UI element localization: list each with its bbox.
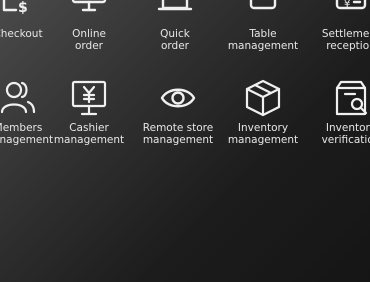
tile-label: Cashier management [53,122,125,146]
quick-order-icon [155,0,195,14]
tile-label: Inventoryverification [321,122,370,146]
eye-icon [158,78,198,118]
tile-label: Settlementreception [321,28,370,52]
settlement-reception-icon: ¥ [331,0,370,14]
svg-text:$: $ [18,0,28,14]
box-icon [243,78,283,118]
tile-label: Quick order [160,28,190,52]
tile-label: Table management [227,28,299,52]
online-order-icon [69,0,109,14]
members-icon [0,78,38,118]
tile-label: Remote store management [142,122,214,146]
tile-label: Online order [72,28,106,52]
inventory-verification-icon [331,78,370,118]
svg-text:¥: ¥ [344,0,350,10]
tile-label: Inventory management [227,122,299,146]
table-management-icon [243,0,283,14]
cashier-icon [69,78,109,118]
checkout-icon: $ [0,0,38,14]
